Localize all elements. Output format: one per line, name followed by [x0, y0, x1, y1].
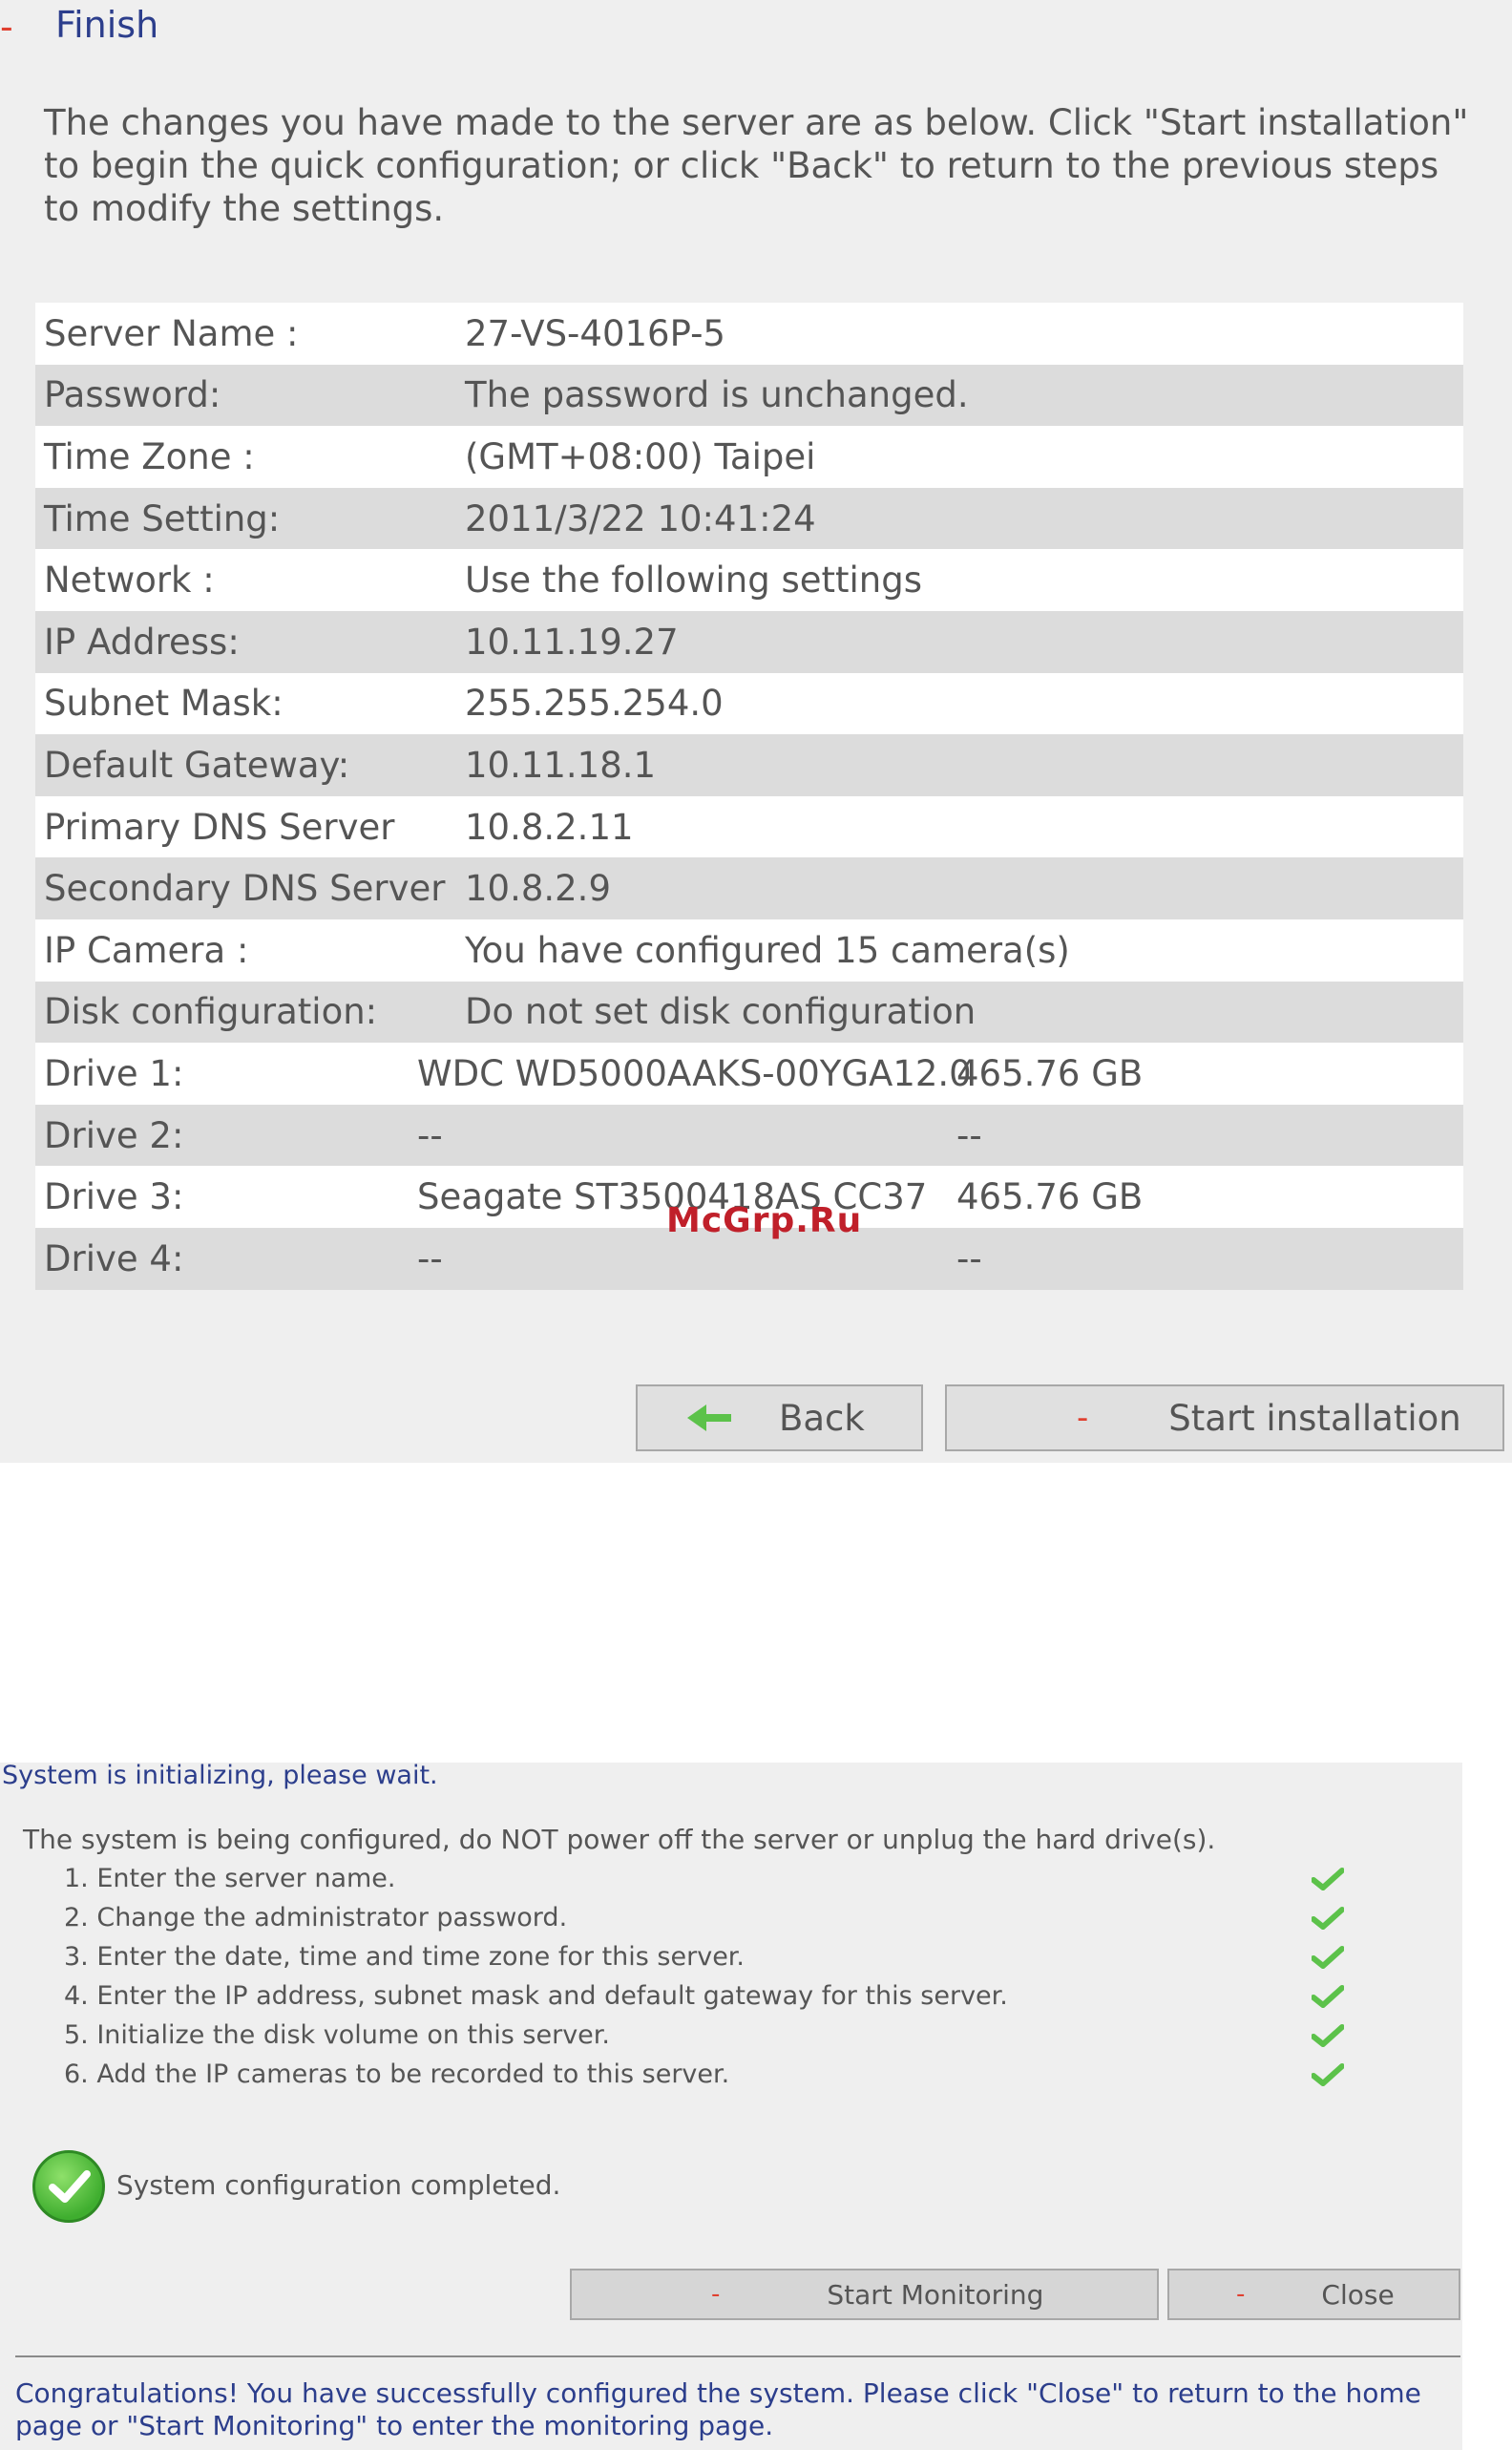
checkmark-icon: [1312, 1907, 1344, 1930]
step-item: 4. Enter the IP address, subnet mask and…: [64, 1981, 1008, 2011]
watermark-text: McGrp.Ru: [666, 1201, 863, 1240]
drive-model: --: [417, 1237, 443, 1279]
collapse-dash-icon[interactable]: -: [0, 6, 13, 48]
summary-table: Server Name : 27-VS-4016P-5 Password: The …: [35, 303, 1463, 1290]
completion-message: System configuration completed.: [116, 2169, 561, 2201]
row-label: Default Gateway:: [44, 744, 350, 786]
start-monitoring-label: Start Monitoring: [827, 2278, 1044, 2311]
dash-icon: -: [1077, 1399, 1089, 1437]
config-warning: The system is being configured, do NOT p…: [23, 1824, 1216, 1855]
drive-size: 465.76 GB: [956, 1176, 1144, 1218]
step-item: 1. Enter the server name.: [64, 1864, 396, 1893]
row-value: 10.8.2.9: [465, 868, 611, 910]
drive-model: --: [417, 1114, 443, 1156]
row-label: Secondary DNS Server: [44, 868, 446, 910]
row-value: 27-VS-4016P-5: [465, 312, 725, 354]
step-item: 6. Add the IP cameras to be recorded to …: [64, 2059, 730, 2089]
row-value: The password is unchanged.: [465, 374, 969, 416]
checkmark-icon: [1312, 1946, 1344, 1969]
dash-icon: -: [1236, 2280, 1246, 2309]
congratulations-message: Congratulations! You have successfully c…: [15, 2377, 1421, 2441]
row-label: Disk configuration:: [44, 991, 378, 1033]
close-button[interactable]: - Close: [1167, 2269, 1460, 2320]
row-label: Password:: [44, 374, 221, 416]
table-row: Password: The password is unchanged.: [35, 364, 1463, 427]
table-row: Default Gateway: 10.11.18.1: [35, 734, 1463, 796]
table-row: Server Name : 27-VS-4016P-5: [35, 303, 1463, 365]
drive-label: Drive 1:: [44, 1052, 184, 1094]
drive-label: Drive 2:: [44, 1114, 184, 1156]
row-value: (GMT+08:00) Taipei: [465, 435, 816, 477]
back-button[interactable]: Back: [636, 1384, 923, 1451]
checkmark-icon: [1312, 1985, 1344, 2008]
table-row: Subnet Mask: 255.255.254.0: [35, 672, 1463, 735]
row-label: IP Camera :: [44, 929, 249, 971]
drive-label: Drive 3:: [44, 1176, 184, 1218]
drive-row: Drive 1: WDC WD5000AAKS-00YGA12.0 465.76 G…: [35, 1043, 1463, 1105]
back-button-label: Back: [779, 1397, 865, 1439]
table-row: Time Setting: 2011/3/22 10:41:24: [35, 487, 1463, 550]
page-title: Finish: [55, 4, 159, 46]
divider: [15, 2355, 1460, 2357]
row-label: Subnet Mask:: [44, 683, 284, 725]
start-installation-button[interactable]: - Start installation: [945, 1384, 1504, 1451]
table-row: Time Zone : (GMT+08:00) Taipei: [35, 426, 1463, 488]
row-label: Time Setting:: [44, 497, 281, 539]
drive-size: --: [956, 1237, 982, 1279]
drive-label: Drive 4:: [44, 1237, 184, 1279]
step-item: 5. Initialize the disk volume on this se…: [64, 2020, 610, 2050]
drive-size: 465.76 GB: [956, 1052, 1144, 1094]
dash-icon: -: [711, 2280, 721, 2309]
step-item: 3. Enter the date, time and time zone fo…: [64, 1942, 746, 1972]
row-label: IP Address:: [44, 621, 240, 663]
table-row: Secondary DNS Server 10.8.2.9: [35, 857, 1463, 919]
drive-row: Drive 2: -- --: [35, 1104, 1463, 1167]
checkmark-icon: [1312, 2024, 1344, 2047]
row-value: Use the following settings: [465, 560, 923, 602]
row-label: Network :: [44, 560, 215, 602]
row-value: You have configured 15 camera(s): [465, 929, 1070, 971]
step-item: 2. Change the administrator password.: [64, 1903, 568, 1933]
table-row: IP Address: 10.11.19.27: [35, 610, 1463, 673]
row-label: Server Name :: [44, 312, 299, 354]
row-value: Do not set disk configuration: [465, 991, 976, 1033]
start-monitoring-button[interactable]: - Start Monitoring: [570, 2269, 1159, 2320]
close-button-label: Close: [1321, 2278, 1395, 2311]
arrow-left-icon: [687, 1405, 731, 1431]
checkmark-icon: [1312, 1868, 1344, 1890]
row-value: 10.11.18.1: [465, 744, 657, 786]
drive-size: --: [956, 1114, 982, 1156]
table-row: Primary DNS Server 10.8.2.11: [35, 795, 1463, 858]
intro-text: The changes you have made to the server …: [44, 102, 1469, 229]
row-label: Primary DNS Server: [44, 806, 395, 848]
table-row: IP Camera : You have configured 15 camera…: [35, 919, 1463, 982]
row-value: 10.11.19.27: [465, 621, 679, 663]
row-value: 2011/3/22 10:41:24: [465, 497, 816, 539]
init-title: System is initializing, please wait.: [2, 1761, 438, 1790]
table-row: Disk configuration: Do not set disk confi…: [35, 981, 1463, 1044]
checkmark-icon: [1312, 2063, 1344, 2086]
row-label: Time Zone :: [44, 435, 255, 477]
row-value: 10.8.2.11: [465, 806, 634, 848]
table-row: Network : Use the following settings: [35, 549, 1463, 611]
check-circle-icon: [32, 2150, 105, 2223]
start-installation-label: Start installation: [1168, 1397, 1461, 1439]
row-value: 255.255.254.0: [465, 683, 724, 725]
drive-model: WDC WD5000AAKS-00YGA12.0: [417, 1052, 972, 1094]
